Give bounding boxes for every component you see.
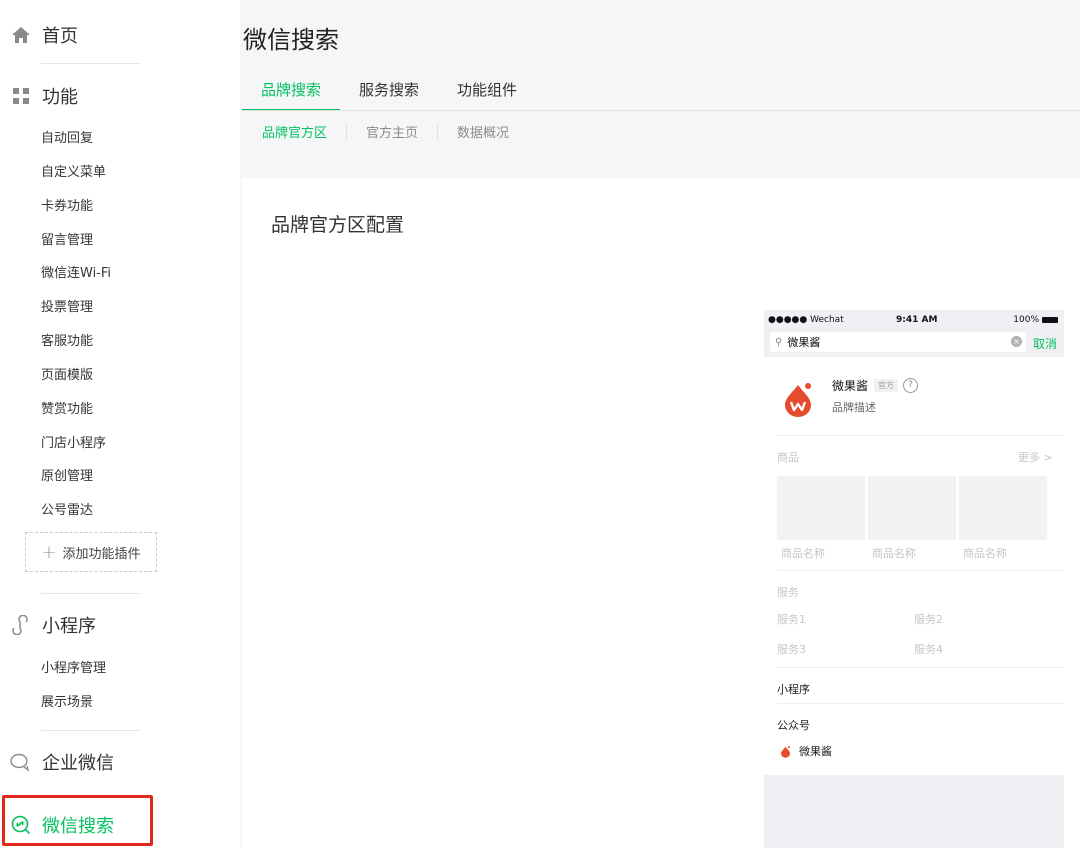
subtab-bar: 品牌官方区 官方主页 数据概况 <box>262 122 509 141</box>
home-icon <box>10 24 32 46</box>
wechat-search-icon <box>10 814 32 836</box>
tab-service-search[interactable]: 服务搜索 <box>340 78 438 110</box>
brand-name-text: 微果酱 <box>832 379 869 393</box>
grid-icon <box>10 85 32 107</box>
battery-icon <box>1042 317 1058 323</box>
brand-description: 品牌描述 <box>832 401 876 414</box>
sidebar-item-home[interactable]: 首页 <box>10 22 78 48</box>
brand-logo-icon <box>785 383 811 417</box>
brand-logo-small-icon <box>781 745 790 758</box>
add-plugin-label: 添加功能插件 <box>62 546 141 562</box>
battery-status: 100% <box>1013 315 1058 325</box>
goods-name: 商品名称 <box>781 547 825 560</box>
goods-name: 商品名称 <box>963 547 1007 560</box>
subtab-brand-official-area[interactable]: 品牌官方区 <box>262 122 327 141</box>
sidebar-item-original[interactable]: 原创管理 <box>41 465 93 484</box>
sidebar-item-custom-menu[interactable]: 自定义菜单 <box>41 161 106 180</box>
goods-more-link[interactable]: 更多 > <box>1018 449 1053 465</box>
sidebar-item-comments[interactable]: 留言管理 <box>41 229 93 248</box>
goods-image-placeholder <box>868 476 956 540</box>
sidebar-item-label: 首页 <box>42 26 78 47</box>
service-item: 服务4 <box>914 643 943 656</box>
phone-search-input[interactable]: ⚲ 微果酱 × <box>770 332 1026 352</box>
search-icon: ⚲ <box>775 336 783 348</box>
service-item: 服务1 <box>777 613 806 626</box>
plus-icon: + <box>41 541 57 563</box>
sidebar-item-label: 微信搜索 <box>42 816 114 837</box>
goods-image-placeholder <box>959 476 1047 540</box>
divider <box>41 63 141 64</box>
sidebar: 首页 功能 自动回复 自定义菜单 卡券功能 留言管理 微信连Wi-Fi 投票管理… <box>0 0 240 848</box>
sidebar-section-functions[interactable]: 功能 <box>10 83 78 109</box>
carrier-label: ●●●●● Wechat <box>768 315 844 325</box>
subtab-data-overview[interactable]: 数据概况 <box>457 122 509 141</box>
search-value: 微果酱 <box>787 336 821 349</box>
goods-name: 商品名称 <box>872 547 916 560</box>
sidebar-item-customer-service[interactable]: 客服功能 <box>41 330 93 349</box>
tab-brand-search[interactable]: 品牌搜索 <box>242 78 341 111</box>
divider <box>41 593 141 594</box>
sidebar-section-label: 小程序 <box>42 616 96 637</box>
divider <box>346 124 348 139</box>
divider <box>41 730 141 731</box>
divider <box>777 703 1064 704</box>
section-title: 品牌官方区配置 <box>271 214 405 236</box>
services-title: 服务 <box>777 586 799 599</box>
sidebar-item-voting[interactable]: 投票管理 <box>41 296 93 315</box>
sidebar-section-miniprogram[interactable]: 小程序 <box>10 612 96 638</box>
clock-label: 9:41 AM <box>896 315 938 325</box>
goods-image-placeholder <box>777 476 865 540</box>
tab-bar: 品牌搜索 服务搜索 功能组件 <box>242 78 536 111</box>
official-account-name: 微果酱 <box>799 745 832 758</box>
chat-bubble-icon <box>10 751 32 773</box>
official-account-label: 公众号 <box>777 719 810 732</box>
sidebar-item-wifi[interactable]: 微信连Wi-Fi <box>41 262 111 281</box>
divider <box>437 124 439 139</box>
service-item: 服务2 <box>914 613 943 626</box>
page-title: 微信搜索 <box>243 26 339 54</box>
sidebar-item-auto-reply[interactable]: 自动回复 <box>41 127 93 146</box>
sidebar-item-page-template[interactable]: 页面模版 <box>41 364 93 383</box>
official-badge: 官方 <box>874 379 899 392</box>
sidebar-item-miniprogram-manage[interactable]: 小程序管理 <box>41 657 106 676</box>
cancel-button[interactable]: 取消 <box>1033 335 1057 352</box>
phone-preview: ●●●●● Wechat 9:41 AM 100% ⚲ 微果酱 × 取消 微果酱… <box>764 310 1064 848</box>
tab-function-components[interactable]: 功能组件 <box>438 78 536 110</box>
subtab-official-homepage[interactable]: 官方主页 <box>366 122 418 141</box>
official-account-item[interactable]: 微果酱 <box>780 743 832 759</box>
divider <box>777 570 1064 571</box>
service-item: 服务3 <box>777 643 806 656</box>
sidebar-item-reward[interactable]: 赞赏功能 <box>41 398 93 417</box>
clear-icon[interactable]: × <box>1011 336 1022 347</box>
sidebar-item-display-scenes[interactable]: 展示场景 <box>41 691 93 710</box>
sidebar-item-coupons[interactable]: 卡券功能 <box>41 195 93 214</box>
sidebar-item-radar[interactable]: 公号雷达 <box>41 499 93 518</box>
goods-title: 商品 <box>777 451 799 464</box>
divider <box>777 435 1064 436</box>
status-bar: ●●●●● Wechat 9:41 AM 100% <box>764 310 1064 330</box>
brand-name: 微果酱 官方 ? <box>832 377 919 394</box>
help-icon[interactable]: ? <box>903 378 919 393</box>
miniprogram-icon <box>10 614 32 636</box>
sidebar-item-label: 企业微信 <box>42 753 114 774</box>
sidebar-section-label: 功能 <box>42 87 78 108</box>
tab-divider <box>242 110 1080 111</box>
brand-panel: 微果酱 官方 ? 品牌描述 商品 更多 > 商品名称 商品名称 商品名称 服务 … <box>764 357 1064 775</box>
divider <box>777 667 1064 668</box>
add-plugin-button[interactable]: + 添加功能插件 <box>25 532 157 572</box>
sidebar-item-store-miniprogram[interactable]: 门店小程序 <box>41 432 106 451</box>
miniprogram-label: 小程序 <box>777 683 810 696</box>
sidebar-item-enterprise-wechat[interactable]: 企业微信 <box>10 749 114 775</box>
battery-label: 100% <box>1013 315 1039 325</box>
sidebar-item-wechat-search[interactable]: 微信搜索 <box>10 812 114 838</box>
